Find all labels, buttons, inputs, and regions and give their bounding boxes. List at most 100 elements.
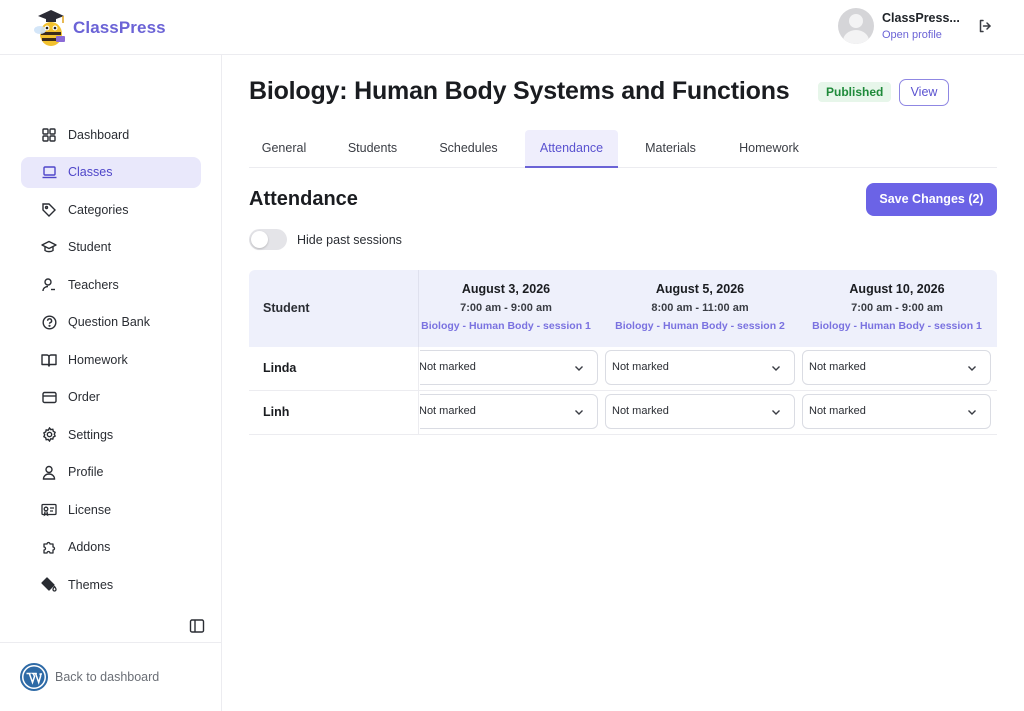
sidebar-item-themes[interactable]: Themes — [21, 569, 201, 600]
session-time: 7:00 am - 9:00 am — [851, 302, 943, 314]
tag-icon — [41, 202, 57, 218]
sidebar-item-student[interactable]: Student — [21, 232, 201, 263]
session-time: 8:00 am - 11:00 am — [651, 302, 749, 314]
sidebar-item-label: Order — [68, 390, 100, 404]
app-logo[interactable]: ClassPress — [33, 6, 166, 50]
puzzle-icon — [41, 539, 57, 555]
user-menu: ClassPress... Open profile — [838, 8, 994, 44]
session-name-link[interactable]: Biology - Human Body - session 1 — [420, 320, 592, 332]
sidebar-item-label: Categories — [68, 202, 129, 217]
attendance-grid-scroll[interactable]: Not marked Not marked Not marked Not mar… — [420, 347, 997, 435]
chevron-down-icon — [575, 366, 583, 371]
sidebar-item-label: Themes — [68, 577, 114, 592]
tab-general[interactable]: General — [249, 130, 319, 168]
view-button[interactable]: View — [899, 79, 949, 106]
sidebar-item-categories[interactable]: Categories — [21, 194, 201, 225]
sidebar-item-label: Dashboard — [68, 127, 130, 142]
sidebar-item-question-bank[interactable]: Question Bank — [21, 307, 201, 338]
attendance-select-value: Not marked — [420, 361, 476, 373]
user-teacher-icon — [41, 277, 57, 293]
attendance-select-value: Not marked — [420, 405, 476, 417]
attendance-select-value: Not marked — [612, 405, 669, 417]
attendance-select-value: Not marked — [809, 405, 866, 417]
student-cell: Linh — [249, 391, 419, 435]
sidebar-item-classes[interactable]: Classes — [21, 156, 201, 188]
save-changes-button[interactable]: Save Changes (2) — [866, 183, 997, 216]
sidebar-item-profile[interactable]: Profile — [21, 457, 201, 488]
laptop-icon — [41, 164, 57, 180]
session-date: August 5, 2026 — [655, 282, 745, 296]
avatar[interactable] — [838, 8, 874, 44]
bee-mascot-icon — [33, 6, 69, 50]
toggle-label: Hide past sessions — [297, 232, 402, 247]
table-header: Student August 3, 2026 7:00 am - 9:00 am… — [249, 270, 997, 347]
user-name: ClassPress... — [882, 11, 960, 25]
session-header: August 3, 2026 7:00 am - 9:00 am Biology… — [420, 270, 592, 347]
attendance-select[interactable]: Not marked — [605, 350, 795, 385]
attendance-table: Student August 3, 2026 7:00 am - 9:00 am… — [249, 270, 997, 435]
back-to-dashboard-label: Back to dashboard — [55, 670, 160, 684]
app-name: ClassPress — [73, 18, 166, 37]
chevron-down-icon — [772, 410, 780, 415]
student-cell: Linda — [249, 347, 419, 391]
user-icon — [41, 464, 57, 480]
session-time: 7:00 am - 9:00 am — [460, 302, 552, 314]
attendance-select[interactable]: Not marked — [802, 350, 991, 385]
session-header: August 5, 2026 8:00 am - 11:00 am Biolog… — [604, 270, 796, 347]
section-title: Attendance — [249, 188, 358, 210]
sidebar-item-label: Profile — [68, 465, 104, 479]
tab-homework[interactable]: Homework — [724, 130, 814, 168]
sidebar-item-settings[interactable]: Settings — [21, 419, 201, 450]
page-title: Biology: Human Body Systems and Function… — [249, 77, 790, 105]
status-badge: Published — [818, 82, 892, 102]
collapse-sidebar-icon[interactable] — [189, 618, 205, 634]
sidebar-footer: Back to dashboard — [0, 642, 221, 711]
sidebar-item-teachers[interactable]: Teachers — [21, 269, 201, 300]
attendance-select[interactable]: Not marked — [802, 394, 991, 429]
question-circle-icon — [41, 314, 57, 330]
sidebar-item-label: Classes — [68, 165, 113, 179]
sidebar-nav: Dashboard Classes Categories Student Tea… — [21, 119, 201, 607]
sidebar-item-label: Settings — [68, 427, 114, 442]
session-date: August 3, 2026 — [461, 282, 551, 296]
hide-past-sessions-row: Hide past sessions — [249, 229, 402, 250]
sidebar-item-license[interactable]: License — [21, 494, 201, 525]
attendance-select[interactable]: Not marked — [605, 394, 795, 429]
sidebar-item-homework[interactable]: Homework — [21, 344, 201, 375]
attendance-select[interactable]: Not marked — [420, 350, 598, 385]
back-to-dashboard-link[interactable]: Back to dashboard — [20, 663, 159, 691]
class-tabs: General Students Schedules Attendance Ma… — [249, 130, 997, 168]
chevron-down-icon — [772, 366, 780, 371]
grid-icon — [41, 127, 57, 143]
sidebar-item-addons[interactable]: Addons — [21, 532, 201, 563]
sidebar-item-label: License — [68, 502, 112, 517]
tab-materials[interactable]: Materials — [633, 130, 708, 168]
sidebar-item-order[interactable]: Order — [21, 382, 201, 413]
logout-icon[interactable] — [976, 17, 994, 35]
tab-schedules[interactable]: Schedules — [426, 130, 511, 168]
book-open-icon — [41, 352, 57, 368]
sidebar-item-label: Homework — [68, 352, 128, 367]
chevron-down-icon — [575, 410, 583, 415]
student-name: Linh — [263, 405, 290, 419]
open-profile-link[interactable]: Open profile — [882, 29, 962, 41]
sidebar-item-label: Question Bank — [68, 315, 150, 329]
credit-card-icon — [41, 389, 57, 405]
chevron-down-icon — [968, 410, 976, 415]
session-header: August 10, 2026 7:00 am - 9:00 am Biolog… — [801, 270, 993, 347]
student-name: Linda — [263, 361, 297, 375]
sidebar-item-label: Addons — [68, 540, 111, 554]
graduation-cap-icon — [41, 239, 57, 255]
tab-students[interactable]: Students — [335, 130, 410, 168]
hide-past-sessions-toggle[interactable] — [249, 229, 287, 250]
sidebar-item-label: Teachers — [68, 277, 119, 292]
session-date: August 10, 2026 — [849, 282, 945, 296]
chevron-down-icon — [968, 366, 976, 371]
student-header-label: Student — [263, 301, 310, 315]
session-name-link[interactable]: Biology - Human Body - session 1 — [801, 320, 993, 332]
session-name-link[interactable]: Biology - Human Body - session 2 — [604, 320, 796, 332]
gear-icon — [41, 427, 57, 443]
sidebar-item-dashboard[interactable]: Dashboard — [21, 119, 201, 150]
attendance-select[interactable]: Not marked — [420, 394, 598, 429]
tab-attendance[interactable]: Attendance — [525, 130, 618, 168]
